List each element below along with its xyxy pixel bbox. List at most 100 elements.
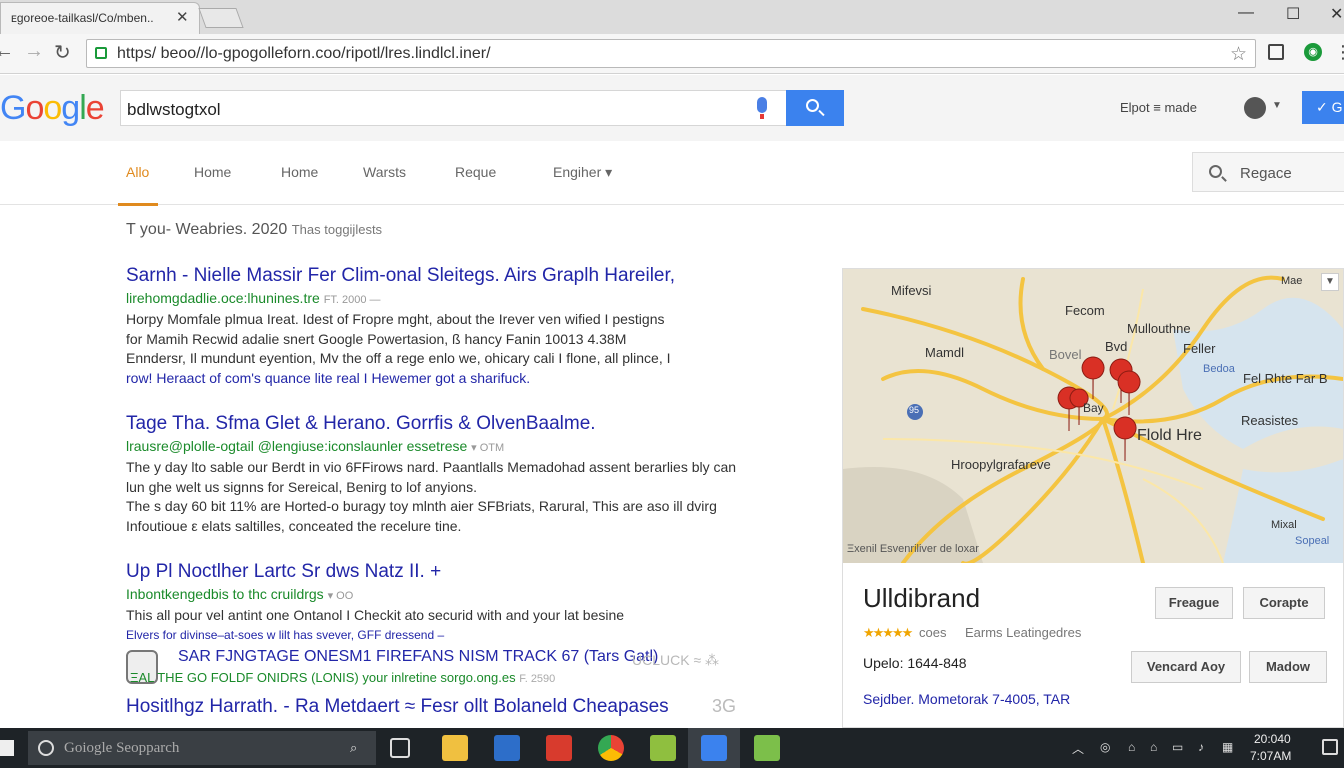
result-title[interactable]: Hositlhgz Harrath. - Ra Metdaert ≈ Fesr …	[126, 696, 669, 718]
browser-tab[interactable]: ᴇgoreoe-tailkasl/Co/mben.. ✕	[0, 2, 200, 34]
ad-subtitle-extra: F. 2590	[519, 673, 556, 685]
result-url-text: lirehomgdadlie.oce:lhunines.tre	[126, 290, 320, 306]
tray-network-icon[interactable]: ◎	[1100, 740, 1110, 754]
side-search-box[interactable]: Regace	[1192, 152, 1344, 192]
result-snippet: This all pour vel antint one Ontanol I C…	[126, 607, 625, 623]
browser-titlebar: ᴇgoreoe-tailkasl/Co/mben.. ✕ — ☐ ✕	[0, 0, 1344, 34]
tray-app-icon[interactable]: ⌂	[1128, 740, 1135, 754]
result-url[interactable]: lirehomgdadlie.oce:lhunines.tre FT. 2000…	[126, 288, 786, 310]
knowledge-panel: Mifevsi Mae Fecom Mullouthne Mamdl Bovel…	[842, 268, 1344, 728]
map[interactable]: Mifevsi Mae Fecom Mullouthne Mamdl Bovel…	[843, 269, 1343, 563]
chevron-down-icon[interactable]: ▼	[1272, 100, 1282, 111]
result-snippet: Infoutioue ε elats saltilles, conceated …	[126, 517, 462, 534]
active-tab-indicator	[118, 203, 158, 206]
file-explorer-icon[interactable]	[442, 735, 468, 761]
map-label: Feller	[1183, 341, 1216, 356]
windows-start-icon[interactable]	[0, 740, 14, 756]
tray-app-icon[interactable]: ⌂	[1150, 740, 1157, 754]
tray-battery-icon[interactable]: ▭	[1172, 740, 1183, 754]
tab-all[interactable]: Allo	[126, 164, 149, 180]
result-title[interactable]: Up Pl Noctlher Lartc Sr dws Natz II. +	[126, 560, 786, 584]
google-header: Google bdlwstogtxol Elpot ≡ made ▼ ✓ G	[0, 75, 1344, 141]
result-url[interactable]: lrausre@plolle-ogtail @lengiuse:iconslau…	[126, 436, 786, 458]
close-window-icon[interactable]: ✕	[1330, 4, 1343, 24]
map-label: Hroopylgrafareve	[951, 457, 1051, 472]
address-bar[interactable]: https/ beoo//lo-gpogolleforn.coo/ripotl/…	[86, 39, 1256, 68]
result-snippet: Horpy Momfale plmua Ireat. Idest of Frop…	[126, 311, 665, 327]
task-view-icon[interactable]	[390, 738, 410, 758]
entity-category: Earms Leatingedres	[965, 625, 1082, 640]
search-button[interactable]	[786, 90, 844, 126]
kp-button-freague[interactable]: Freague	[1155, 587, 1233, 619]
tray-keyboard-icon[interactable]: ▦	[1222, 740, 1233, 754]
result-url[interactable]: Inbontkengedbis to thc cruildrgs ▾ OO	[126, 584, 786, 606]
tab-more[interactable]: Engiher ▾	[553, 164, 612, 181]
map-label: Mae	[1281, 275, 1303, 287]
url-text[interactable]: https/ beoo//lo-gpogolleforn.coo/ripotl/…	[117, 45, 491, 63]
ad-title[interactable]: SAR FJNGTAGE ONESM1 FIREFANS NISM TRACK …	[178, 648, 658, 666]
signin-button[interactable]: ✓ G	[1302, 91, 1344, 124]
browser-toolbar: ← → ↻ https/ beoo//lo-gpogolleforn.coo/r…	[0, 34, 1344, 74]
tab-reque[interactable]: Reque	[455, 164, 496, 180]
map-expand-icon[interactable]: ▼	[1321, 273, 1339, 291]
back-icon[interactable]: ←	[0, 40, 14, 63]
app-lime-icon[interactable]	[754, 735, 780, 761]
tray-volume-icon[interactable]: ♪	[1198, 740, 1204, 754]
map-label: Bovel	[1049, 347, 1082, 362]
account-link[interactable]: Elpot ≡ made	[1120, 100, 1197, 115]
bookmark-star-icon[interactable]: ☆	[1230, 43, 1247, 66]
taskbar-date[interactable]: 7:07AM	[1250, 749, 1291, 763]
app-red-icon[interactable]	[546, 735, 572, 761]
result-title[interactable]: Sarnh - Nielle Massir Fer Clim-onal Slei…	[126, 264, 786, 288]
map-label: 95	[909, 405, 920, 415]
tray-chevron-icon[interactable]: ︿	[1072, 740, 1084, 757]
taskbar-search[interactable]: Goiogle Seopparch ⌕	[28, 731, 376, 765]
maximize-icon[interactable]: ☐	[1286, 4, 1300, 24]
cortana-icon	[38, 740, 54, 756]
new-tab-button[interactable]	[198, 8, 244, 28]
result-snippet: The s day 60 bit 11% are Horted-o buragy…	[126, 498, 717, 514]
result-snippet: The y day lto sable our Berdt in vio 6FF…	[126, 459, 737, 475]
microphone-icon[interactable]	[757, 97, 767, 119]
tab-warsts[interactable]: Warsts	[363, 164, 406, 180]
result-url-text: lrausre@plolle-ogtail @lengiuse:iconslau…	[126, 438, 468, 454]
cast-icon[interactable]	[1268, 44, 1284, 60]
result-decoration: 3G	[712, 696, 737, 716]
rating-stars: ★★★★★	[863, 625, 913, 640]
entity-address[interactable]: Sejdber. Mometorak 7-4005, TAR	[863, 691, 1070, 707]
map-label: Sopeal	[1295, 535, 1330, 547]
browser-menu-icon[interactable]: ⋮	[1334, 42, 1344, 63]
avatar[interactable]	[1244, 97, 1266, 119]
result-url-text: Inbontkengedbis to thc cruildrgs	[126, 586, 324, 602]
result-title[interactable]: Tage Tha. Sfma Glet & Herano. Gorrfis & …	[126, 412, 786, 436]
google-logo[interactable]: Google	[0, 89, 105, 128]
search-icon	[806, 99, 819, 112]
tab-home-2[interactable]: Home	[281, 164, 318, 180]
map-label: Mixal	[1271, 519, 1297, 531]
reload-icon[interactable]: ↻	[54, 40, 71, 65]
taskbar-time[interactable]: 20:040	[1254, 732, 1291, 746]
entity-phone: Upelo: 1644-848	[863, 655, 967, 671]
forward-icon[interactable]: →	[24, 40, 44, 63]
notification-icon[interactable]	[1322, 739, 1338, 755]
rating-text: coes	[919, 625, 947, 640]
result-url-extra: ▾ OO	[327, 590, 354, 602]
chrome-icon[interactable]	[598, 735, 624, 761]
extension-icon[interactable]: ◉	[1304, 43, 1322, 61]
search-query[interactable]: bdlwstogtxol	[127, 100, 221, 120]
kp-button-madow[interactable]: Madow	[1249, 651, 1327, 683]
map-label: Fecom	[1065, 303, 1105, 318]
search-result: Tage Tha. Sfma Glet & Herano. Gorrfis & …	[126, 412, 786, 536]
app-green-icon[interactable]	[650, 735, 676, 761]
search-input[interactable]: bdlwstogtxol	[120, 90, 788, 126]
mail-icon[interactable]	[701, 735, 727, 761]
map-label: Bvd	[1105, 339, 1128, 354]
tab-close-icon[interactable]: ✕	[176, 8, 189, 26]
microphone-icon[interactable]: ⌕	[350, 740, 357, 756]
kp-button-corapte[interactable]: Corapte	[1243, 587, 1325, 619]
result-snippet: for Mamih Recwid adalie snert Google Pow…	[126, 330, 627, 347]
tab-home-1[interactable]: Home	[194, 164, 231, 180]
minimize-icon[interactable]: —	[1238, 4, 1254, 22]
store-icon[interactable]	[494, 735, 520, 761]
kp-button-vencard[interactable]: Vencard Aoy	[1131, 651, 1241, 683]
